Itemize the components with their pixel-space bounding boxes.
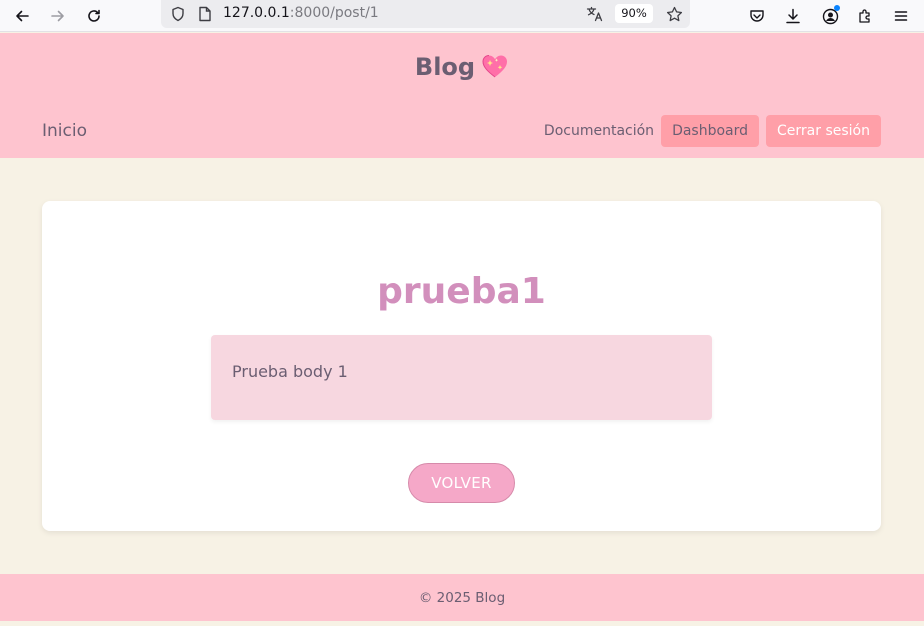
post-body-box: Prueba body 1 bbox=[211, 335, 712, 420]
address-bar[interactable]: 127.0.0.1:8000/post/1 90% bbox=[161, 0, 690, 28]
dashboard-button[interactable]: Dashboard bbox=[661, 115, 760, 147]
brand-title: Blog bbox=[414, 53, 476, 81]
site-footer: © 2025 Blog bbox=[0, 574, 924, 621]
header-nav: Documentación Dashboard Cerrar sesión bbox=[544, 115, 881, 147]
url-path: :8000/post/1 bbox=[289, 5, 379, 21]
reload-icon[interactable] bbox=[81, 3, 107, 29]
zoom-level-badge[interactable]: 90% bbox=[615, 4, 653, 23]
post-title: prueba1 bbox=[377, 271, 546, 312]
shield-icon[interactable] bbox=[167, 3, 189, 25]
page-bottom-edge bbox=[0, 621, 924, 626]
translate-icon[interactable] bbox=[584, 3, 606, 25]
sparkling-heart-icon bbox=[481, 53, 509, 79]
site-header: Blog Inicio Documentación Dashboard Cerr… bbox=[0, 33, 924, 158]
site-brand[interactable]: Blog bbox=[0, 53, 924, 81]
bookmark-star-icon[interactable] bbox=[663, 3, 685, 25]
menu-icon[interactable] bbox=[888, 3, 914, 29]
footer-copyright: © 2025 Blog bbox=[418, 590, 506, 606]
logout-button[interactable]: Cerrar sesión bbox=[766, 115, 881, 147]
nav-docs-link[interactable]: Documentación bbox=[544, 123, 654, 139]
back-button[interactable]: VOLVER bbox=[408, 463, 515, 503]
pocket-icon[interactable] bbox=[744, 3, 770, 29]
post-card: prueba1 Prueba body 1 VOLVER bbox=[42, 201, 881, 531]
extensions-icon[interactable] bbox=[852, 3, 878, 29]
back-arrow-icon[interactable] bbox=[9, 3, 35, 29]
nav-home-link[interactable]: Inicio bbox=[42, 121, 87, 141]
post-body-text: Prueba body 1 bbox=[232, 362, 348, 381]
account-icon[interactable] bbox=[817, 3, 843, 29]
forward-arrow-icon[interactable] bbox=[45, 3, 71, 29]
download-icon[interactable] bbox=[780, 3, 806, 29]
page-icon[interactable] bbox=[194, 3, 216, 25]
url-host: 127.0.0.1 bbox=[223, 5, 290, 21]
url-text[interactable]: 127.0.0.1:8000/post/1 bbox=[223, 4, 379, 22]
notification-dot bbox=[834, 5, 840, 11]
browser-toolbar: 127.0.0.1:8000/post/1 90% bbox=[0, 0, 924, 32]
